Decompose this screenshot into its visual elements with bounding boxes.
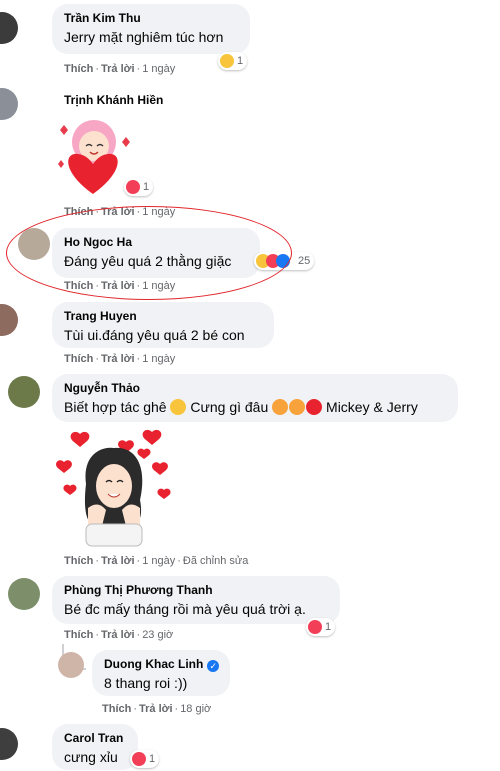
comment-text: Bé đc mấy tháng rồi mà yêu quá trời ạ. — [64, 601, 306, 617]
comment-author[interactable]: Carol Tran — [64, 730, 126, 746]
comment-actions: Thích · Trả lời · 1 ngày — [64, 62, 175, 76]
comment-author[interactable]: Nguyễn Thảo — [64, 380, 446, 396]
comment-actions: Thích · Trả lời · 1 ngày · Đã chỉnh sửa — [64, 554, 248, 568]
timestamp[interactable]: 1 ngày — [142, 353, 175, 365]
separator: · — [177, 555, 181, 567]
separator: · — [95, 63, 100, 75]
separator: · — [136, 63, 141, 75]
timestamp[interactable]: 23 giờ — [142, 629, 173, 641]
separator: · — [95, 629, 100, 641]
separator: · — [95, 353, 100, 365]
like-link[interactable]: Thích — [102, 703, 131, 715]
reaction-count: 1 — [325, 621, 332, 633]
reaction-count: 25 — [298, 255, 311, 267]
reaction-summary[interactable]: 1 — [130, 750, 160, 768]
comment-text: Tùi ui.đáng yêu quá 2 bé con — [64, 327, 245, 343]
comment-bubble: Phùng Thị Phương Thanh Bé đc mấy tháng r… — [52, 576, 340, 624]
avatar-hearts-sticker — [56, 429, 171, 547]
separator: · — [136, 555, 141, 567]
comment-bubble: Trang Huyen Tùi ui.đáng yêu quá 2 bé con — [52, 302, 274, 348]
timestamp[interactable]: 1 ngày — [142, 63, 175, 75]
reply-link[interactable]: Trả lời — [101, 555, 135, 567]
reply-link[interactable]: Trả lời — [101, 629, 135, 641]
smiling-hearts-emoji-icon — [289, 399, 306, 415]
author-name[interactable]: Duong Khac Linh — [104, 657, 203, 671]
text-part: Cưng gì đâu — [186, 399, 273, 415]
heart-icon — [132, 752, 146, 766]
comment-author[interactable]: Trần Kim Thu — [64, 10, 238, 26]
comment-actions: Thích · Trả lời · 18 giờ — [102, 702, 211, 716]
avatar[interactable] — [8, 578, 40, 610]
text-part: Biết hợp tác ghê — [64, 399, 171, 415]
separator: · — [136, 629, 141, 641]
heart-hug-sticker — [58, 120, 130, 194]
timestamp[interactable]: 1 ngày — [142, 555, 175, 567]
comment-bubble: Nguyễn Thảo Biết hợp tác ghê Cưng gì đâu… — [52, 374, 458, 422]
like-link[interactable]: Thích — [64, 63, 93, 75]
smiling-hearts-emoji-icon — [272, 399, 289, 415]
edited-label: Đã chỉnh sửa — [182, 555, 249, 567]
reaction-count: 1 — [237, 55, 244, 67]
comment-text: Jerry mặt nghiêm túc hơn — [64, 29, 224, 45]
separator: · — [136, 353, 141, 365]
haha-icon — [220, 54, 234, 68]
reaction-count: 1 — [149, 753, 156, 765]
timestamp[interactable]: 18 giờ — [180, 703, 211, 715]
comment-text: Biết hợp tác ghê Cưng gì đâu Mickey & Je… — [64, 398, 446, 417]
text-part: Mickey & Jerry — [322, 399, 418, 415]
avatar[interactable] — [0, 304, 18, 336]
avatar[interactable] — [0, 88, 18, 120]
avatar[interactable] — [0, 12, 18, 44]
heart-icon — [126, 180, 140, 194]
smile-emoji-icon — [170, 399, 187, 415]
avatar[interactable] — [8, 376, 40, 408]
reply-link[interactable]: Trả lời — [101, 353, 135, 365]
comment-author[interactable]: Trịnh Khánh Hiền — [64, 92, 163, 108]
reply-link[interactable]: Trả lời — [139, 703, 173, 715]
like-link[interactable]: Thích — [64, 629, 93, 641]
separator: · — [95, 555, 100, 567]
like-link[interactable]: Thích — [64, 555, 93, 567]
comment-text: 8 thang roi :)) — [104, 675, 188, 691]
highlight-oval — [6, 206, 292, 300]
comment-bubble: Duong Khac Linh ✓ 8 thang roi :)) — [92, 650, 230, 696]
reply-link[interactable]: Trả lời — [101, 63, 135, 75]
reaction-count: 1 — [143, 181, 150, 193]
comment-bubble: Trần Kim Thu Jerry mặt nghiêm túc hơn — [52, 4, 250, 54]
comment-bubble: Carol Tran cưng xỉu — [52, 724, 138, 770]
comment-author[interactable]: Duong Khac Linh ✓ — [104, 656, 220, 672]
separator: · — [174, 703, 179, 715]
avatar[interactable] — [58, 652, 84, 678]
comment-author[interactable]: Trang Huyen — [64, 308, 262, 324]
reaction-summary[interactable]: 1 — [218, 52, 248, 70]
verified-badge-icon: ✓ — [207, 660, 220, 672]
heart-icon — [308, 620, 322, 634]
reaction-summary[interactable]: 1 — [124, 178, 154, 196]
avatar[interactable] — [0, 728, 18, 760]
comment-actions: Thích · Trả lời · 23 giờ — [64, 628, 173, 642]
comment-text: cưng xỉu — [64, 749, 118, 765]
reaction-summary[interactable]: 1 — [306, 618, 336, 636]
like-link[interactable]: Thích — [64, 353, 93, 365]
comment-actions: Thích · Trả lời · 1 ngày — [64, 352, 175, 366]
red-heart-emoji-icon — [306, 399, 323, 415]
separator: · — [133, 703, 138, 715]
comment-author[interactable]: Phùng Thị Phương Thanh — [64, 582, 328, 598]
